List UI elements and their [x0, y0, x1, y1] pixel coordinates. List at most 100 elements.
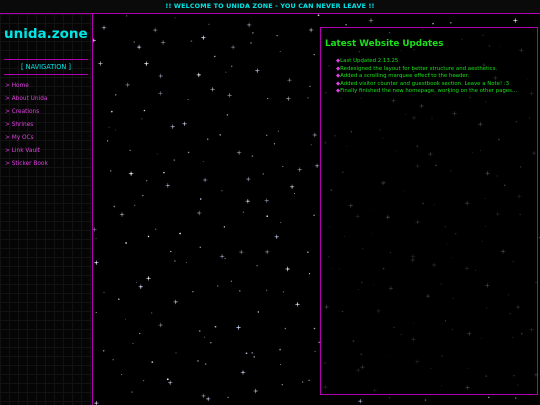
- star: [103, 291, 105, 293]
- nav-link-about-unida[interactable]: > About Unida: [5, 96, 48, 109]
- star: [94, 260, 99, 265]
- star: [246, 22, 252, 28]
- star: [295, 302, 300, 307]
- star: [187, 151, 190, 154]
- star: [250, 42, 252, 44]
- update-item: ◆Added visitor counter and guestbook sec…: [336, 81, 536, 89]
- star: [110, 170, 112, 172]
- nav-link-shrines[interactable]: > Shrines: [5, 122, 48, 135]
- star: [94, 400, 99, 405]
- star: [513, 18, 518, 23]
- star: [142, 194, 144, 197]
- star: [223, 226, 226, 228]
- star: [282, 291, 284, 293]
- star: [230, 45, 236, 50]
- star: [139, 332, 141, 335]
- site-title[interactable]: unida.zone: [4, 26, 88, 42]
- star: [151, 312, 153, 314]
- star: [277, 130, 279, 132]
- star: [192, 291, 194, 293]
- star: [219, 254, 225, 259]
- star: [358, 399, 363, 404]
- star: [273, 143, 276, 145]
- star: [146, 276, 151, 281]
- star: [313, 53, 315, 56]
- star: [240, 370, 246, 375]
- star: [196, 72, 201, 78]
- star: [141, 118, 143, 120]
- star: [285, 266, 290, 272]
- star: [182, 121, 187, 126]
- star: [168, 380, 173, 385]
- navigation-list: > Home > About Unida > Creations > Shrin…: [5, 83, 48, 174]
- star: [121, 374, 123, 376]
- star: [282, 165, 284, 168]
- nav-link-my-ocs[interactable]: > My OCs: [5, 135, 48, 148]
- star: [175, 352, 177, 354]
- star: [153, 27, 158, 33]
- update-text: Redesigned the layout for better structu…: [340, 65, 498, 72]
- star: [202, 177, 208, 183]
- star: [265, 134, 268, 137]
- star: [101, 25, 107, 30]
- star: [204, 363, 207, 365]
- nav-link-sticker-book[interactable]: > Sticker Book: [5, 161, 48, 174]
- star: [155, 228, 157, 230]
- star: [136, 44, 142, 50]
- star: [214, 55, 216, 58]
- star: [279, 51, 281, 53]
- star: [158, 322, 163, 328]
- star: [314, 350, 316, 353]
- star: [147, 235, 150, 238]
- star: [208, 23, 210, 25]
- star: [239, 249, 244, 255]
- star: [93, 38, 96, 43]
- star: [204, 336, 206, 338]
- nav-link-home[interactable]: > Home: [5, 83, 48, 96]
- star: [158, 91, 163, 96]
- star: [185, 261, 188, 264]
- star: [313, 214, 315, 217]
- star: [314, 163, 320, 168]
- star: [307, 251, 309, 253]
- update-text: Last Updated 2.13.25: [340, 58, 399, 64]
- star: [136, 282, 138, 283]
- update-item: ◆Last Updated 2.13.25: [336, 58, 536, 66]
- star: [125, 82, 130, 88]
- star: [166, 378, 169, 381]
- star: [197, 210, 202, 216]
- star: [197, 360, 199, 362]
- star: [264, 198, 269, 203]
- star: [432, 22, 434, 25]
- star: [226, 114, 229, 116]
- star: [219, 134, 221, 136]
- star: [252, 32, 254, 34]
- star: [488, 396, 490, 399]
- nav-link-link-vault[interactable]: > Link Vault: [5, 148, 48, 161]
- star: [239, 290, 241, 292]
- star: [297, 167, 302, 172]
- star: [199, 198, 202, 200]
- star: [266, 289, 268, 291]
- star: [128, 171, 134, 176]
- star: [245, 199, 250, 204]
- star: [144, 61, 149, 66]
- star: [227, 396, 229, 398]
- star: [118, 298, 120, 301]
- star: [308, 273, 311, 275]
- star: [225, 71, 227, 73]
- star: [267, 98, 269, 100]
- star: [251, 352, 254, 354]
- star: [207, 138, 209, 140]
- star: [301, 381, 304, 383]
- star: [125, 319, 126, 320]
- star: [515, 397, 517, 399]
- star: [119, 212, 125, 217]
- star: [310, 144, 312, 146]
- star: [108, 126, 110, 128]
- star: [242, 211, 244, 213]
- star: [236, 150, 242, 155]
- star: [308, 379, 310, 381]
- star: [293, 192, 295, 194]
- nav-link-creations[interactable]: > Creations: [5, 109, 48, 122]
